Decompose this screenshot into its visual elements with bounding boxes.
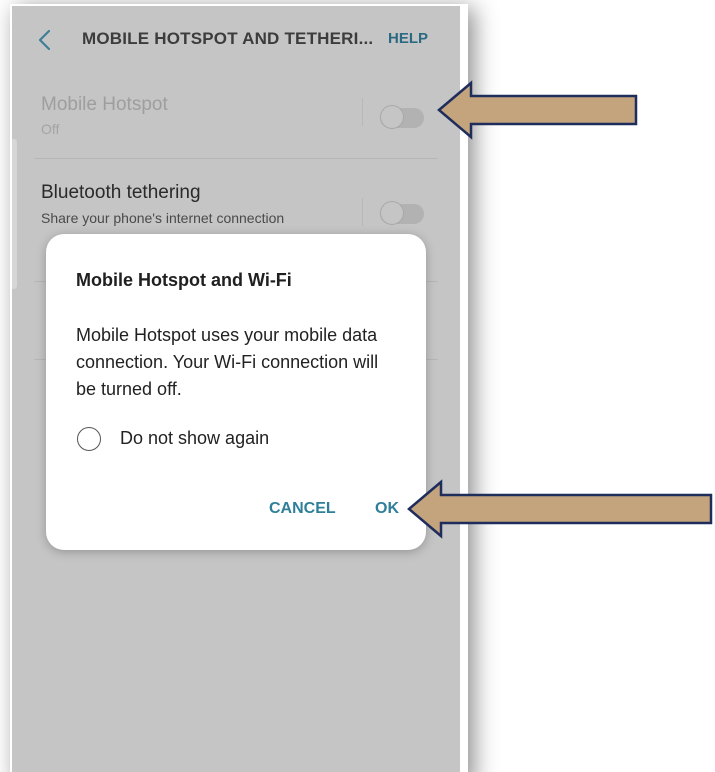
page-title: MOBILE HOTSPOT AND TETHERI... [82, 29, 374, 48]
dialog-title: Mobile Hotspot and Wi-Fi [76, 270, 292, 290]
setting-subtitle: Off [41, 121, 60, 137]
help-button[interactable]: HELP [388, 30, 428, 47]
setting-title: Mobile Hotspot [41, 94, 168, 115]
cancel-button[interactable]: CANCEL [269, 500, 336, 518]
setting-subtitle: Share your phone's internet connection [41, 210, 285, 226]
mobile-hotspot-toggle[interactable] [380, 105, 424, 129]
do-not-show-again-checkbox[interactable] [77, 427, 101, 451]
hotspot-wifi-dialog: Mobile Hotspot and Wi-Fi Mobile Hotspot … [46, 234, 426, 550]
app-header: MOBILE HOTSPOT AND TETHERI... HELP [12, 6, 460, 74]
bluetooth-tethering-toggle[interactable] [380, 201, 424, 225]
list-divider [34, 158, 438, 159]
left-arrow-icon [437, 80, 638, 140]
row-divider [362, 98, 363, 126]
chevron-left-icon[interactable] [34, 28, 56, 52]
left-arrow-icon [407, 479, 713, 539]
do-not-show-again-label[interactable]: Do not show again [120, 428, 269, 449]
setting-row-mobile-hotspot[interactable]: Mobile Hotspot Off [12, 84, 460, 158]
dialog-message: Mobile Hotspot uses your mobile data con… [76, 325, 379, 399]
ok-button[interactable]: OK [375, 500, 399, 518]
row-divider [362, 198, 363, 226]
setting-title: Bluetooth tethering [41, 182, 201, 203]
screenshot-stage: MOBILE HOTSPOT AND TETHERI... HELP Mobil… [0, 0, 715, 772]
toggle-knob [380, 105, 404, 129]
toggle-knob [380, 201, 404, 225]
